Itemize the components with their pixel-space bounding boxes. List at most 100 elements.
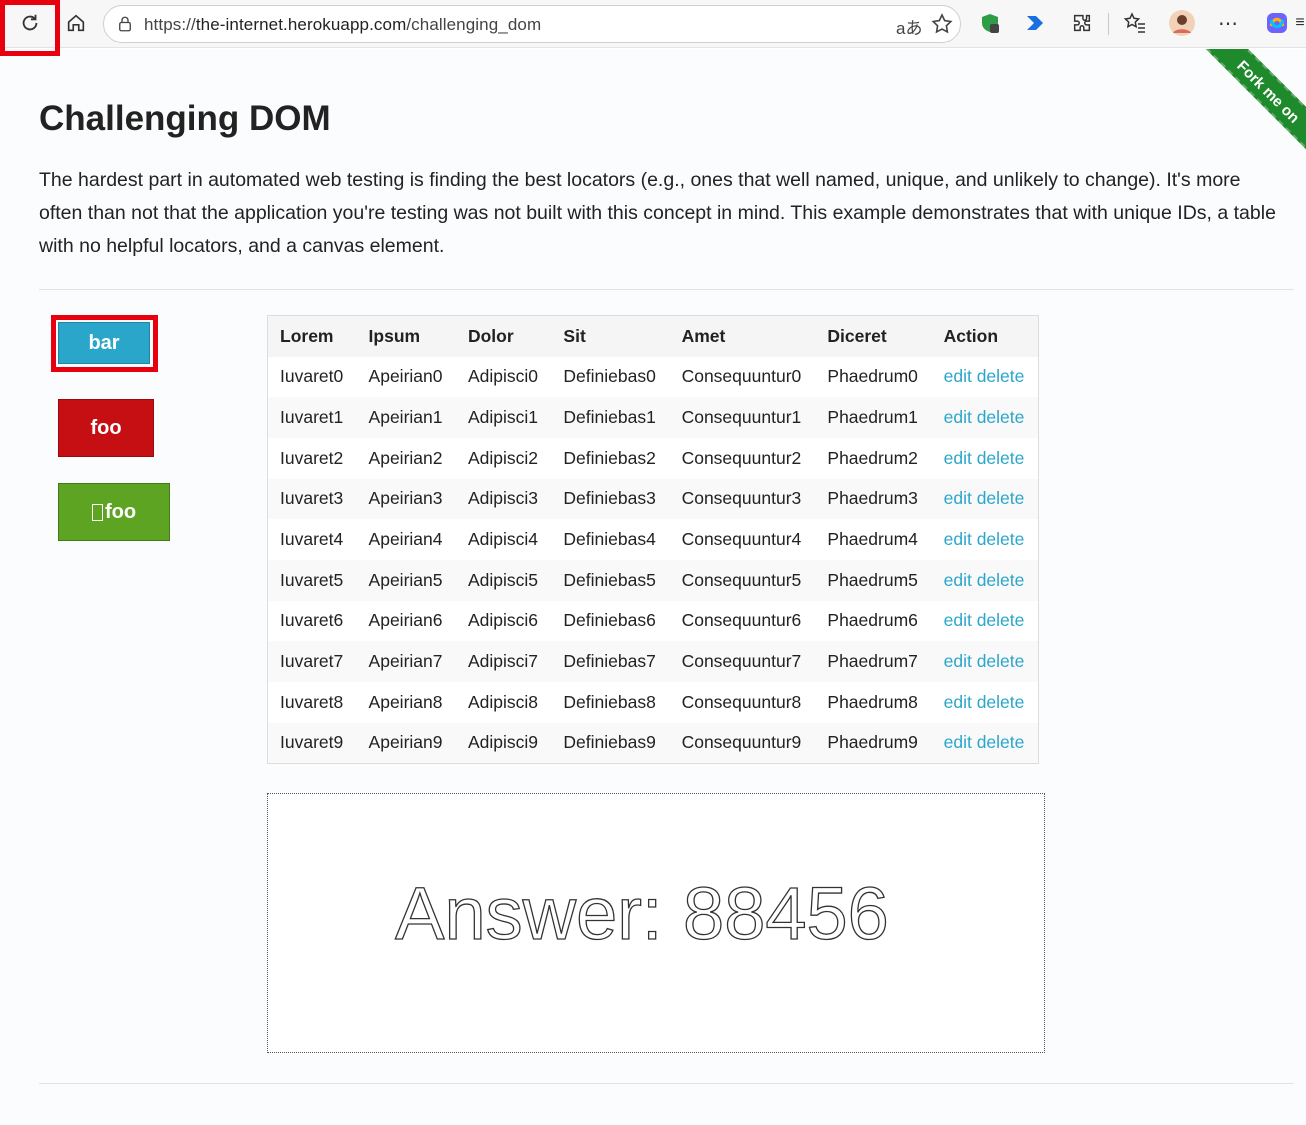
sidebar-icon[interactable]: ≡ [1294,6,1306,40]
copilot-icon[interactable] [1260,6,1294,40]
page-title: Challenging DOM [39,99,331,138]
arrow-extension-icon[interactable] [1018,6,1052,40]
table-cell: Apeirian8 [368,691,443,712]
table-cell: Adipisci8 [467,691,539,712]
edit-link[interactable]: edit [944,732,972,752]
table-row: Iuvaret5 Apeirian5 Adipisci5 Definiebas5 Con… [267,559,1039,601]
address-bar[interactable]: https://the-internet.herokuapp.com/chall… [103,5,961,43]
table-cell: Consequuntur8 [681,691,802,712]
table-cell: Consequuntur1 [681,407,802,428]
url-path: /challenging_dom [406,15,542,34]
bar-button[interactable]: bar [58,322,150,364]
table-body: Iuvaret0 Apeirian0 Adipisci0 Definiebas0 Con… [267,357,1039,764]
delete-link[interactable]: delete [977,407,1025,427]
table-cell: Adipisci7 [467,651,539,672]
table-cell: Adipisci9 [467,732,539,753]
lock-icon[interactable] [116,15,134,38]
table-cell: Apeirian1 [368,407,443,428]
missing-glyph-box [91,503,103,521]
home-icon[interactable] [59,6,93,40]
edit-link[interactable]: edit [944,366,972,386]
delete-link[interactable]: delete [977,732,1025,752]
table-row: Iuvaret8 Apeirian8 Adipisci8 Definiebas8 Con… [268,682,1039,723]
table-row: Iuvaret1 Apeirian1 Adipisci1 Definiebas1 Con… [267,397,1039,438]
edit-link[interactable]: edit [944,570,972,590]
edit-link[interactable]: edit [944,692,972,712]
table-cell: Consequuntur4 [681,529,802,550]
extensions-puzzle-icon[interactable] [1065,6,1099,40]
table-cell: Apeirian5 [368,569,443,590]
table-cell: Iuvaret2 [280,447,344,468]
action-cell: edit delete [932,397,1039,438]
edit-link[interactable]: edit [944,448,972,468]
table-cell: Apeirian6 [368,610,443,631]
profile-avatar[interactable] [1165,6,1199,40]
table-cell: Phaedrum0 [827,366,918,387]
table-cell: Phaedrum9 [827,732,918,753]
table-cell: Iuvaret0 [280,366,344,387]
intro-paragraph: The hardest part in automated web testin… [39,169,1276,257]
action-cell: edit delete [932,357,1039,398]
table-cell: Apeirian3 [368,488,443,509]
table-cell: Definiebas0 [563,366,656,387]
table-cell: Definiebas7 [563,651,656,672]
foo-button[interactable]: foo [58,399,154,457]
table-row: Iuvaret4 Apeirian4 Adipisci4 Definiebas4 Con… [268,519,1039,560]
more-options-icon[interactable]: ⋯ [1211,6,1245,40]
edit-link[interactable]: edit [944,488,972,508]
toolbar-separator [1108,13,1109,35]
favorites-icon[interactable] [1118,6,1152,40]
table-row: Iuvaret7 Apeirian7 Adipisci7 Definiebas7 Con… [267,641,1039,682]
data-table: Lorem Ipsum Dolor Sit Amet Diceret Actio… [267,315,1039,764]
table-cell: Consequuntur0 [681,366,802,387]
action-cell: edit delete [932,519,1039,560]
table-cell: Apeirian9 [368,732,443,753]
table-cell: Consequuntur5 [681,569,802,590]
translate-icon[interactable]: aあ [896,14,922,39]
edit-link[interactable]: edit [944,651,972,671]
delete-link[interactable]: delete [977,610,1025,630]
action-cell: edit delete [932,641,1039,682]
url-text[interactable]: https://the-internet.herokuapp.com/chall… [144,15,541,35]
delete-link[interactable]: delete [977,448,1025,468]
edit-link[interactable]: edit [944,610,972,630]
edit-link[interactable]: edit [944,529,972,549]
table-cell: Adipisci0 [467,366,539,387]
column-header: Lorem [280,325,334,346]
column-header: Ipsum [368,325,421,346]
delete-link[interactable]: delete [977,488,1025,508]
table-cell: Consequuntur2 [681,447,802,468]
table-cell: Apeirian7 [368,651,443,672]
delete-link[interactable]: delete [977,366,1025,386]
table-cell: Consequuntur9 [681,732,802,753]
action-cell: edit delete [932,560,1039,601]
delete-link[interactable]: delete [977,570,1025,590]
edit-link[interactable]: edit [944,407,972,427]
table-row: Iuvaret2 Apeirian2 Adipisci2 Definiebas2 Con… [268,438,1039,479]
page-content: Fork me on Challenging DOM The hardest p… [0,49,1306,1125]
table-cell: Phaedrum3 [827,488,918,509]
delete-link[interactable]: delete [977,692,1025,712]
favorite-star-icon[interactable] [930,12,954,41]
table-cell: Phaedrum2 [827,447,918,468]
table-cell: Consequuntur6 [681,610,802,631]
table-cell: Iuvaret7 [280,651,344,672]
foo-success-label: foo [104,500,137,523]
table-row: Iuvaret9 Apeirian9 Adipisci9 Definiebas9 Con… [267,722,1039,764]
foo-success-button[interactable]: foo [58,483,170,541]
delete-link[interactable]: delete [977,651,1025,671]
reload-icon[interactable] [13,6,47,40]
table-cell: Adipisci1 [467,407,539,428]
delete-link[interactable]: delete [977,529,1025,549]
table-cell: Iuvaret3 [280,488,344,509]
column-header: Amet [681,325,726,346]
table-cell: Adipisci5 [467,569,539,590]
table-cell: Iuvaret6 [280,610,344,631]
table-cell: Iuvaret8 [280,691,344,712]
table-row: Iuvaret0 Apeirian0 Adipisci0 Definiebas0 Con… [268,357,1039,398]
divider-bottom [39,1083,1294,1084]
browser-toolbar: https://the-internet.herokuapp.com/chall… [0,0,1306,56]
shield-extension-icon[interactable] [973,6,1007,40]
table-cell: Phaedrum6 [827,610,918,631]
table-cell: Apeirian2 [368,447,443,468]
